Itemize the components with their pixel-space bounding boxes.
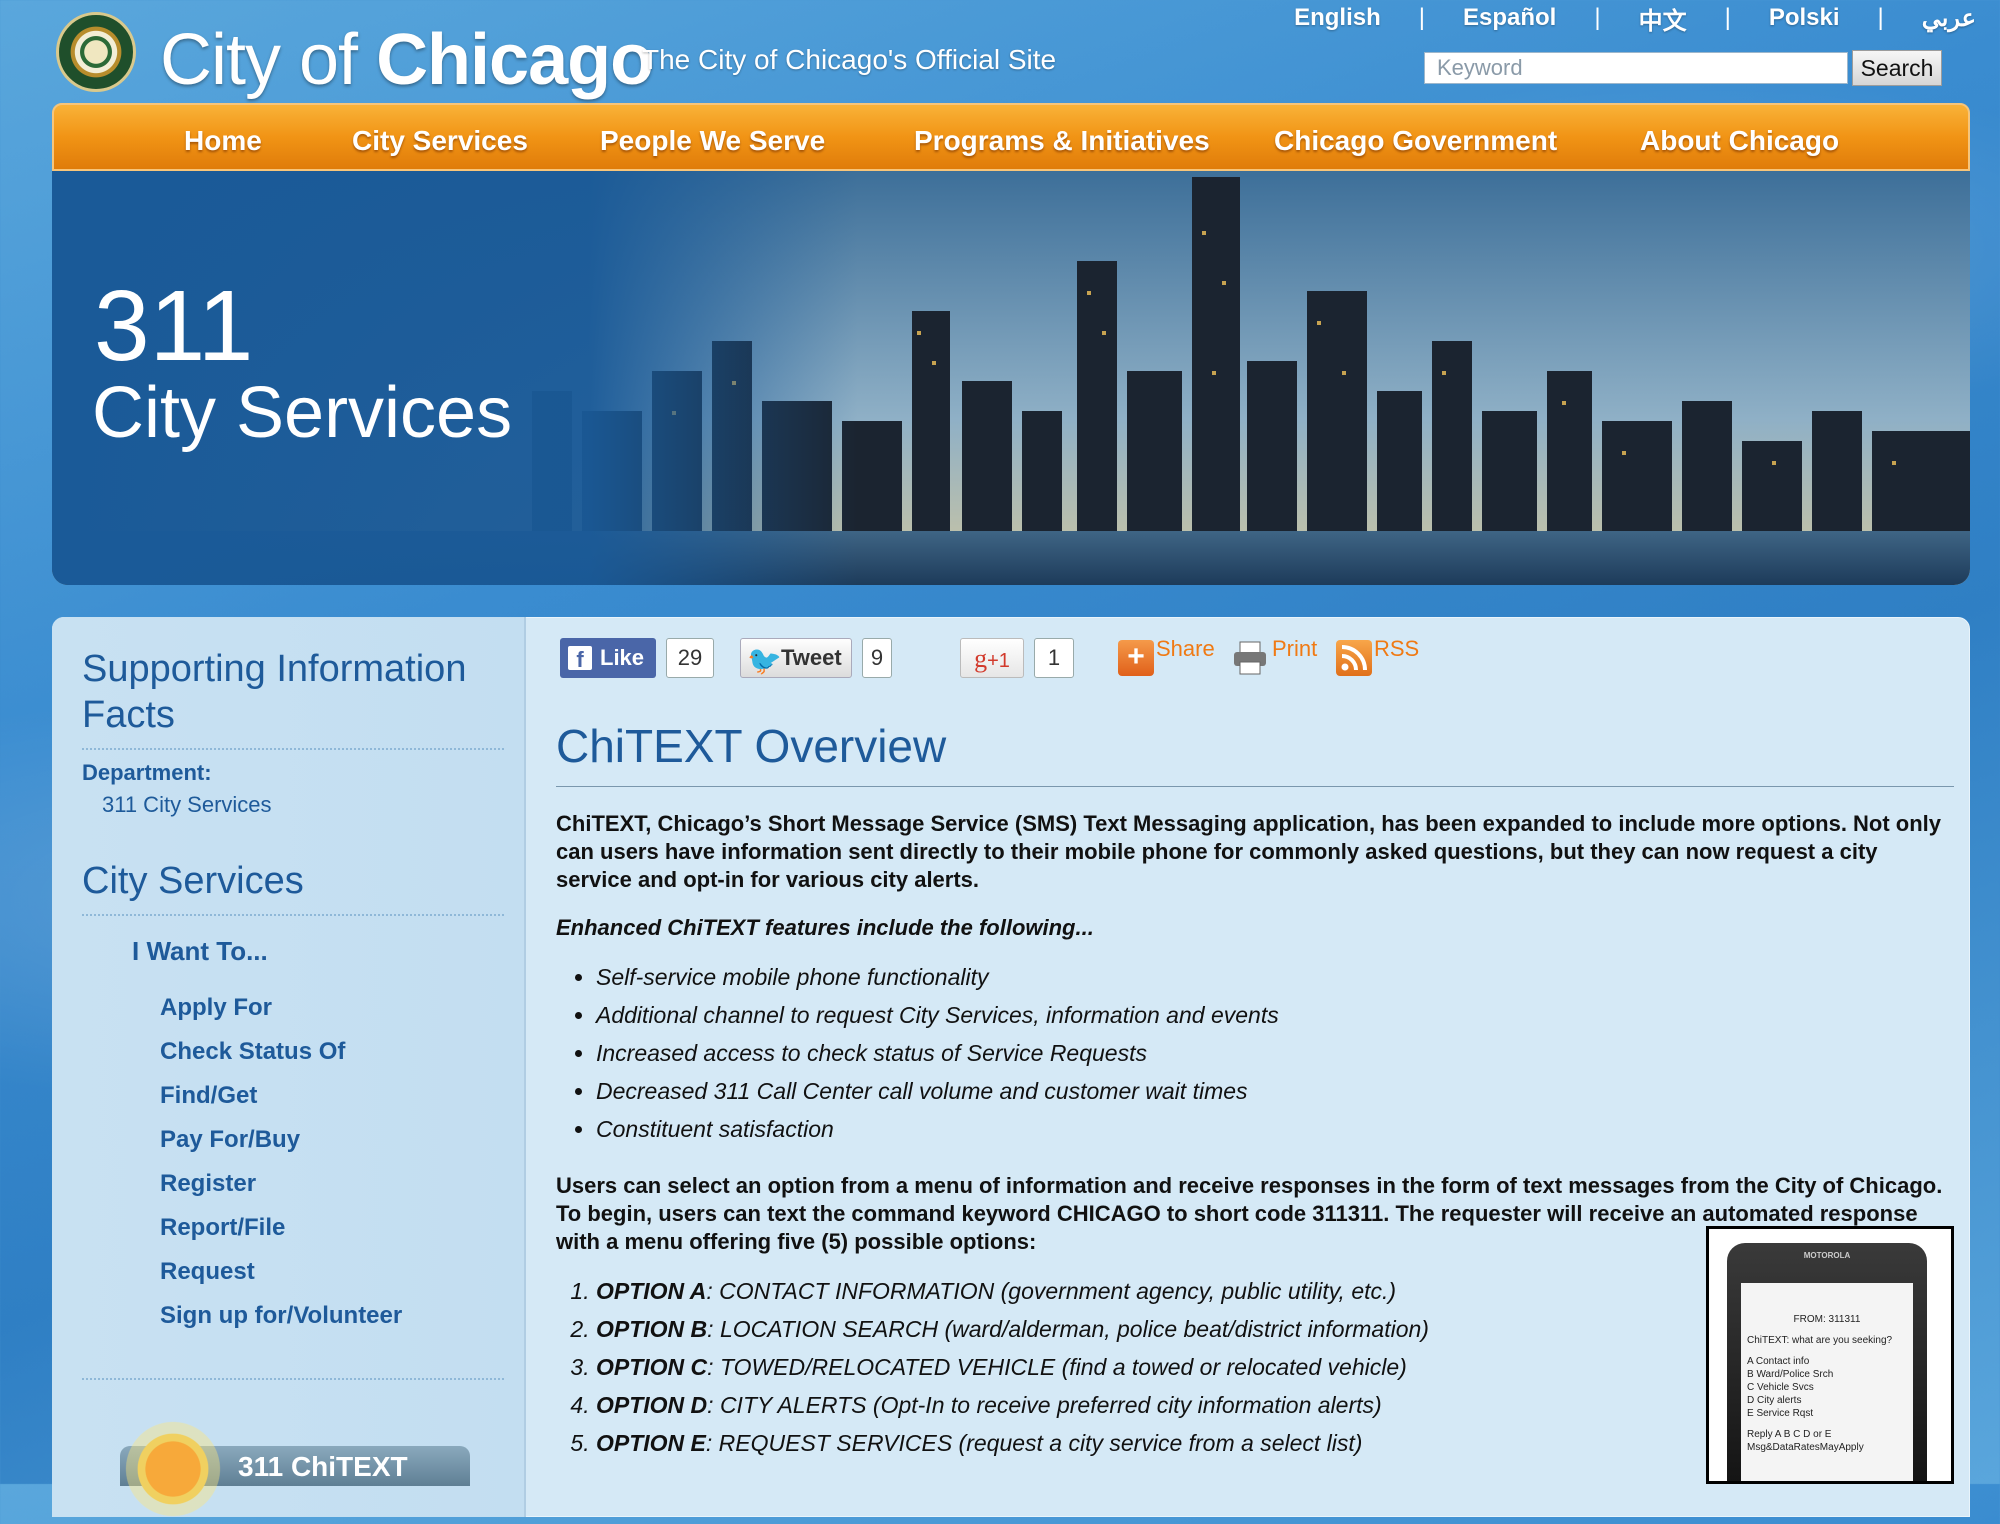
sidebar-link-find-get[interactable]: Find/Get	[160, 1082, 257, 1110]
phone-screenshot-image: MOTOROLA FROM: 311311 ChiTEXT: what are …	[1706, 1226, 1954, 1484]
department-value[interactable]: 311 City Services	[102, 792, 272, 818]
options-list: OPTION A: CONTACT INFORMATION (governmen…	[556, 1272, 1716, 1462]
list-item: Increased access to check status of Serv…	[596, 1034, 1896, 1072]
phone-line: D City alerts	[1747, 1395, 1802, 1406]
twitter-bird-icon: 🐦	[747, 645, 782, 676]
sidebar-heading-city-services: City Services	[82, 860, 304, 902]
facebook-like-count: 29	[666, 638, 714, 678]
search-button[interactable]: Search	[1852, 50, 1942, 86]
phone-body: MOTOROLA FROM: 311311 ChiTEXT: what are …	[1727, 1243, 1927, 1481]
tweet-label: Tweet	[781, 645, 842, 670]
features-heading: Enhanced ChiTEXT features include the fo…	[556, 915, 1094, 940]
google-plus-button[interactable]: g+1	[960, 638, 1024, 678]
rss-icon[interactable]	[1336, 640, 1372, 676]
tweet-count: 9	[862, 638, 892, 678]
list-item: OPTION E: REQUEST SERVICES (request a ci…	[596, 1424, 1716, 1462]
phone-brand: MOTOROLA	[1803, 1251, 1851, 1260]
list-item: Constituent satisfaction	[596, 1110, 1896, 1148]
site-title[interactable]: City of Chicago	[160, 10, 654, 110]
nav-city-services[interactable]: City Services	[352, 105, 528, 171]
page-title: ChiTEXT Overview	[556, 720, 947, 772]
phone-screen: FROM: 311311 ChiTEXT: what are you seeki…	[1741, 1283, 1913, 1481]
rss-link[interactable]: RSS	[1374, 636, 1419, 662]
lang-english[interactable]: English	[1290, 4, 1385, 32]
phone-line: Msg&DataRatesMayApply	[1747, 1442, 1864, 1453]
sidebar-link-report-file[interactable]: Report/File	[160, 1214, 285, 1242]
phone-line: C Vehicle Svcs	[1747, 1382, 1814, 1393]
sidebar-divider	[82, 914, 504, 916]
nav-about-chicago[interactable]: About Chicago	[1640, 105, 1839, 171]
nav-home[interactable]: Home	[184, 105, 262, 171]
site-tagline: The City of Chicago's Official Site	[642, 44, 1057, 75]
sidebar	[52, 617, 526, 1517]
lang-separator: |	[1724, 4, 1731, 31]
list-item: OPTION A: CONTACT INFORMATION (governmen…	[596, 1272, 1716, 1310]
phone-line: ChiTEXT: what are you seeking?	[1747, 1335, 1893, 1346]
hero-banner: 311 City Services	[52, 171, 1970, 585]
lang-separator: |	[1877, 4, 1884, 31]
features-list: Self-service mobile phone functionality …	[556, 958, 1896, 1148]
sidebar-link-pay-for-buy[interactable]: Pay For/Buy	[160, 1126, 300, 1154]
list-item: Self-service mobile phone functionality	[596, 958, 1896, 996]
tweet-button[interactable]: 🐦 Tweet	[740, 638, 852, 678]
sidebar-link-apply-for[interactable]: Apply For	[160, 994, 272, 1022]
city-seal-logo[interactable]	[56, 12, 136, 92]
google-plus-label: +1	[987, 650, 1010, 672]
share-icon[interactable]: +	[1118, 640, 1154, 676]
list-item: OPTION B: LOCATION SEARCH (ward/alderman…	[596, 1310, 1716, 1348]
share-link[interactable]: Share	[1156, 636, 1215, 662]
nav-chicago-government[interactable]: Chicago Government	[1274, 105, 1557, 171]
main-nav: Home City Services People We Serve Progr…	[52, 103, 1970, 171]
lang-polski[interactable]: Polski	[1765, 4, 1844, 32]
phone-line: E Service Rqst	[1747, 1408, 1814, 1419]
intro-paragraph: ChiTEXT, Chicago’s Short Message Service…	[556, 811, 1942, 892]
list-item: OPTION D: CITY ALERTS (Opt-In to receive…	[596, 1386, 1716, 1424]
google-plus-icon: g	[974, 644, 988, 673]
i-want-to-heading: I Want To...	[132, 936, 268, 966]
lang-separator: |	[1594, 4, 1601, 31]
title-divider	[556, 786, 1954, 787]
lang-arabic[interactable]: عربي	[1918, 4, 1980, 33]
phone-line: A Contact info	[1747, 1356, 1810, 1367]
sidebar-heading-supporting-info: Supporting Information Facts	[82, 648, 467, 736]
nav-people-we-serve[interactable]: People We Serve	[600, 105, 825, 171]
nav-programs-initiatives[interactable]: Programs & Initiatives	[914, 105, 1210, 171]
print-icon[interactable]	[1232, 640, 1268, 676]
facebook-like-button[interactable]: f Like	[560, 638, 656, 678]
phone-line: B Ward/Police Srch	[1747, 1369, 1834, 1380]
print-link[interactable]: Print	[1272, 636, 1317, 662]
list-item: Decreased 311 Call Center call volume an…	[596, 1072, 1896, 1110]
lang-chinese[interactable]: 中文	[1635, 1, 1691, 36]
phone-line: Reply A B C D or E	[1747, 1429, 1832, 1440]
hero-city-services-text: City Services	[92, 373, 513, 453]
list-item: OPTION C: TOWED/RELOCATED VEHICLE (find …	[596, 1348, 1716, 1386]
sidebar-link-check-status-of[interactable]: Check Status Of	[160, 1038, 345, 1066]
sidebar-link-sign-up-volunteer[interactable]: Sign up for/Volunteer	[160, 1302, 402, 1330]
lang-separator: |	[1418, 4, 1425, 31]
phone-from: FROM: 311311	[1793, 1314, 1861, 1325]
language-bar: English | Español | 中文 | Polski | عربي	[1240, 0, 1980, 36]
department-label: Department:	[82, 760, 212, 785]
facebook-icon: f	[568, 646, 592, 672]
facebook-like-label: Like	[600, 645, 645, 670]
chitext-phone-icon	[118, 1414, 228, 1524]
search-input[interactable]	[1424, 52, 1848, 84]
sidebar-divider	[82, 1378, 504, 1380]
sidebar-link-register[interactable]: Register	[160, 1170, 256, 1198]
sidebar-link-request[interactable]: Request	[160, 1258, 255, 1286]
sidebar-divider	[82, 748, 504, 750]
google-plus-count: 1	[1034, 638, 1074, 678]
lang-espanol[interactable]: Español	[1459, 4, 1560, 32]
list-item: Additional channel to request City Servi…	[596, 996, 1896, 1034]
